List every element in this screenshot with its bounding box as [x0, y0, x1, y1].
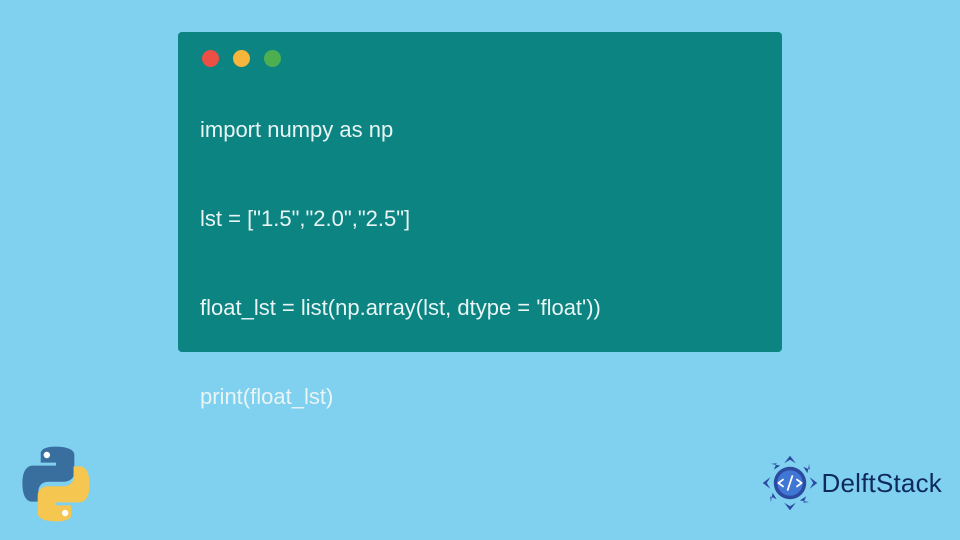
code-line: import numpy as np [200, 115, 760, 145]
close-icon [202, 50, 219, 67]
delftstack-brand: DelftStack [761, 454, 943, 512]
window-controls [200, 50, 760, 67]
python-logo-icon [14, 442, 98, 526]
brand-name: DelftStack [822, 468, 943, 499]
code-window: import numpy as np lst = ["1.5","2.0","2… [178, 32, 782, 352]
delftstack-logo-icon [761, 454, 819, 512]
code-line: float_lst = list(np.array(lst, dtype = '… [200, 293, 760, 323]
code-line: lst = ["1.5","2.0","2.5"] [200, 204, 760, 234]
maximize-icon [264, 50, 281, 67]
code-line: print(float_lst) [200, 382, 760, 412]
code-snippet: import numpy as np lst = ["1.5","2.0","2… [200, 85, 760, 471]
minimize-icon [233, 50, 250, 67]
